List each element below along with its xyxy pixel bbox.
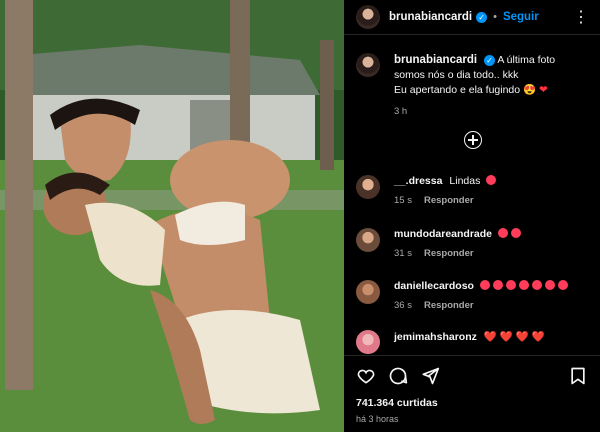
likes-count[interactable]: 741.364 curtidas [356,397,438,409]
hearts-emoji-row: ❤️ ❤️ ❤️ ❤️ [483,331,545,343]
comment-username[interactable]: daniellecardoso [394,280,474,292]
caption-avatar[interactable] [356,53,380,77]
heart-eyes-emoji-icon [544,280,555,290]
comment-avatar[interactable] [356,330,380,354]
reply-button[interactable]: Responder [424,195,474,206]
comment: jemimahsharonz ❤️ ❤️ ❤️ ❤️ [356,330,545,354]
comment-avatar[interactable] [356,175,380,199]
caption-time: 3 h [394,106,408,117]
heart-eyes-emoji-icon [492,280,503,290]
post-photo[interactable] [0,0,344,432]
caption-username[interactable]: brunabiancardi [394,54,477,66]
caption-text-3: Eu apertando e ela fugindo [394,84,521,96]
caption: brunabiancardi ✓ A última foto somos nós… [344,35,600,119]
comment-username[interactable]: jemimahsharonz [394,331,477,343]
comment: daniellecardoso 36 s Responder [356,280,568,311]
heart-eyes-emoji-icon [557,280,568,290]
reply-button[interactable]: Responder [424,300,474,311]
caption-text-2: somos nós o dia todo.. kkk [394,69,519,81]
action-bar [344,355,600,396]
heart-eyes-emoji-icon [531,280,542,290]
follow-button[interactable]: Seguir [503,11,539,23]
comment-avatar[interactable] [356,228,380,252]
heart-eyes-emoji-icon [518,280,529,290]
comment-username[interactable]: __.dressa [394,175,442,187]
comment-text: Lindas [449,175,481,187]
heart-eyes-emoji-icon [486,175,497,185]
heart-icon[interactable] [356,366,376,386]
heart-emoji-icon: ❤ [539,84,548,96]
avatar[interactable] [356,5,380,29]
heart-eyes-emoji-icon [479,280,490,290]
comment-time: 31 s [394,248,412,259]
more-icon[interactable]: ⋮ [573,7,590,27]
share-icon[interactable] [420,366,440,386]
separator-dot: • [493,11,497,23]
post-side-panel: brunabiancardi ✓ • Seguir ⋮ brunabiancar… [344,0,600,432]
verified-icon: ✓ [476,11,488,23]
heart-eyes-emoji-icon [497,228,508,238]
heart-eyes-emoji-icon [510,228,521,238]
post-time: há 3 horas [356,414,399,424]
save-icon[interactable] [568,366,588,386]
comment: __.dressa Lindas 15 s Responder [356,175,497,206]
load-more-icon[interactable] [464,131,482,149]
comment: mundodareandrade 31 s Responder [356,228,521,259]
heart-eyes-emoji-icon [505,280,516,290]
post-image [0,0,344,432]
comment-icon[interactable] [388,366,408,386]
caption-body: brunabiancardi ✓ A última foto somos nós… [394,53,555,119]
comment-time: 15 s [394,195,412,206]
username[interactable]: brunabiancardi [389,11,472,23]
caption-text-1: A última foto [497,54,556,66]
comment-avatar[interactable] [356,280,380,304]
comment-username[interactable]: mundodareandrade [394,228,492,240]
comment-time: 36 s [394,300,412,311]
smile-emoji-icon: 😍 [523,84,537,96]
instagram-post-viewer: brunabiancardi ✓ • Seguir ⋮ brunabiancar… [0,0,600,432]
reply-button[interactable]: Responder [424,248,474,259]
post-header: brunabiancardi ✓ • Seguir ⋮ [344,0,600,35]
verified-icon: ✓ [484,55,495,66]
